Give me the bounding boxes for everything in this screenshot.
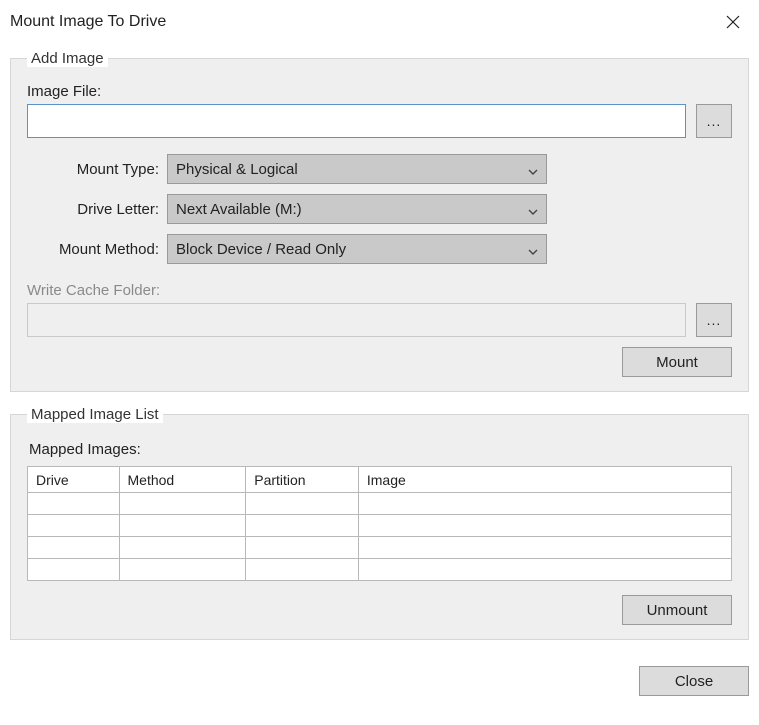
mount-type-value: Physical & Logical xyxy=(176,161,298,178)
cell xyxy=(119,537,246,559)
cell xyxy=(358,559,731,581)
cell xyxy=(119,515,246,537)
cell xyxy=(119,493,246,515)
cell xyxy=(246,493,359,515)
close-icon[interactable] xyxy=(719,8,747,36)
image-file-label: Image File: xyxy=(27,83,732,100)
browse-image-button[interactable]: ... xyxy=(696,104,732,138)
cell xyxy=(246,515,359,537)
mount-method-label: Mount Method: xyxy=(27,241,167,258)
close-button[interactable]: Close xyxy=(639,666,749,696)
cell xyxy=(246,559,359,581)
mapped-image-list-group: Mapped Image List Mapped Images: Drive M… xyxy=(10,406,749,640)
mount-type-select[interactable]: Physical & Logical xyxy=(167,154,547,184)
write-cache-label: Write Cache Folder: xyxy=(27,282,732,299)
mount-method-select[interactable]: Block Device / Read Only xyxy=(167,234,547,264)
cell xyxy=(28,515,120,537)
cell xyxy=(28,559,120,581)
col-drive[interactable]: Drive xyxy=(28,467,120,493)
cell xyxy=(358,515,731,537)
window-title: Mount Image To Drive xyxy=(10,13,166,31)
drive-letter-select[interactable]: Next Available (M:) xyxy=(167,194,547,224)
cell xyxy=(358,537,731,559)
table-row[interactable] xyxy=(28,515,732,537)
chevron-down-icon xyxy=(528,204,538,214)
cell xyxy=(119,559,246,581)
col-partition[interactable]: Partition xyxy=(246,467,359,493)
mapped-list-legend: Mapped Image List xyxy=(27,406,163,423)
add-image-legend: Add Image xyxy=(27,50,108,67)
mapped-images-table[interactable]: Drive Method Partition Image xyxy=(27,466,732,581)
chevron-down-icon xyxy=(528,244,538,254)
cell xyxy=(28,537,120,559)
col-image[interactable]: Image xyxy=(358,467,731,493)
col-method[interactable]: Method xyxy=(119,467,246,493)
table-row[interactable] xyxy=(28,493,732,515)
mount-method-value: Block Device / Read Only xyxy=(176,241,346,258)
drive-letter-label: Drive Letter: xyxy=(27,201,167,218)
add-image-group: Add Image Image File: ... Mount Type: Ph… xyxy=(10,50,749,392)
table-row[interactable] xyxy=(28,559,732,581)
cell xyxy=(358,493,731,515)
mapped-images-label: Mapped Images: xyxy=(29,441,732,458)
mount-type-label: Mount Type: xyxy=(27,161,167,178)
cell xyxy=(246,537,359,559)
cell xyxy=(28,493,120,515)
write-cache-input xyxy=(27,303,686,337)
drive-letter-value: Next Available (M:) xyxy=(176,201,302,218)
table-row[interactable] xyxy=(28,537,732,559)
unmount-button[interactable]: Unmount xyxy=(622,595,732,625)
chevron-down-icon xyxy=(528,164,538,174)
browse-cache-button[interactable]: ... xyxy=(696,303,732,337)
image-file-input[interactable] xyxy=(27,104,686,138)
mount-button[interactable]: Mount xyxy=(622,347,732,377)
